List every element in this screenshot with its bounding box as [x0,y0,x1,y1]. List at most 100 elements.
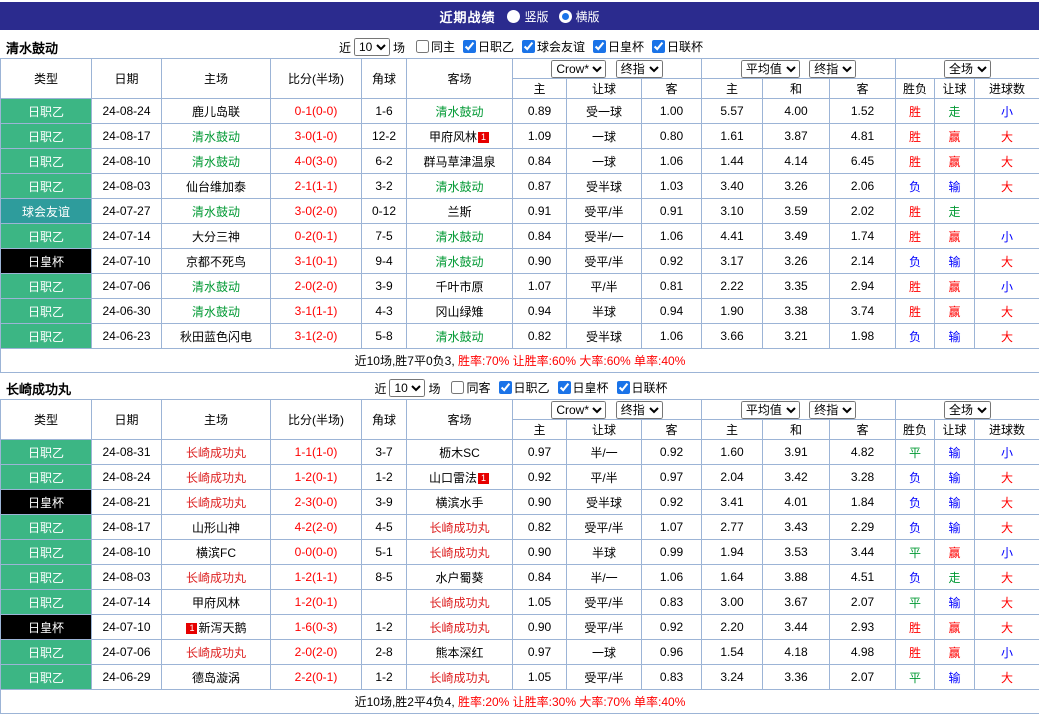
odds-value-3: 5.57 [702,99,763,124]
result-value-2: 大 [975,465,1039,490]
home-team-cell: 长崎成功丸 [162,490,271,515]
away-team-cell: 冈山绿雉 [407,299,513,324]
fulltime-select[interactable]: 全场 [944,401,991,419]
odds-value-5: 2.14 [830,249,896,274]
odds-value-4: 3.26 [763,249,830,274]
match-row: 日职乙24-07-06长崎成功丸2-0(2-0)2-8熊本深红0.97一球0.9… [1,640,1039,665]
team-name-text: 水户蜀葵 [435,571,483,585]
checkbox-input[interactable] [558,381,571,394]
match-row: 日职乙24-08-17山形山神4-2(2-0)4-5长崎成功丸0.82受平/半1… [1,515,1039,540]
filter-checkbox[interactable]: 同主 [416,38,455,55]
odds-value-4: 3.42 [763,465,830,490]
team-name-text: 冈山绿雉 [435,305,483,319]
final-odds-select-2[interactable]: 终指 [809,60,856,78]
result-value-2: 大 [975,590,1039,615]
final-odds-select[interactable]: 终指 [616,401,663,419]
filter-checkbox[interactable]: 球会友谊 [522,38,585,55]
team-name-text: 枥木SC [439,446,480,460]
match-score: 3-0(2-0) [271,199,362,224]
filter-checkbox[interactable]: 日联杯 [652,38,703,55]
odds-value-2: 0.92 [642,615,702,640]
col-header-date: 日期 [92,59,162,99]
checkbox-input[interactable] [499,381,512,394]
odds-value-3: 3.40 [702,174,763,199]
final-odds-select[interactable]: 终指 [616,60,663,78]
match-row: 日职乙24-08-10横滨FC0-0(0-0)5-1长崎成功丸0.90半球0.9… [1,540,1039,565]
filter-checkbox[interactable]: 日职乙 [499,379,550,396]
match-score: 2-0(2-0) [271,274,362,299]
team-name-text: 秋田蓝色闪电 [180,330,252,344]
corners-value: 7-5 [362,224,407,249]
checkbox-input[interactable] [522,40,535,53]
checkbox-input[interactable] [617,381,630,394]
odds-value-1: 一球 [567,149,642,174]
final-odds-select-2[interactable]: 终指 [809,401,856,419]
col-header-home: 主场 [162,400,271,440]
filter-checkbox[interactable]: 日联杯 [617,379,668,396]
odds-value-1: 受平/半 [567,665,642,690]
filter-checkbox[interactable]: 日皇杯 [593,38,644,55]
layout-radio-option[interactable]: 横版 [559,8,600,25]
average-odds-select[interactable]: 平均值 [741,401,800,419]
team-name-text: 千叶市原 [435,280,483,294]
match-score: 4-2(2-0) [271,515,362,540]
odds-value-3: 1.54 [702,640,763,665]
odds-value-0: 0.82 [513,324,567,349]
match-type: 日职乙 [1,224,92,249]
match-score: 1-2(0-1) [271,590,362,615]
away-team-cell: 清水鼓动 [407,249,513,274]
home-team-cell: 清水鼓动 [162,199,271,224]
handicap-odds-group: Crow* 终指 [513,59,702,79]
near-label: 近 [374,380,386,397]
checkbox-input[interactable] [652,40,665,53]
checkbox-input[interactable] [451,381,464,394]
result-value-0: 胜 [896,615,935,640]
match-row: 日职乙24-07-06清水鼓动2-0(2-0)3-9千叶市原1.07平/半0.8… [1,274,1039,299]
sub-header-handicap-home: 主 [513,420,567,440]
fulltime-select[interactable]: 全场 [944,60,991,78]
match-type: 日职乙 [1,274,92,299]
odds-value-2: 0.99 [642,540,702,565]
odds-value-4: 3.44 [763,615,830,640]
odds-value-0: 0.92 [513,465,567,490]
match-type: 日职乙 [1,174,92,199]
odds-value-5: 4.98 [830,640,896,665]
corners-value: 3-9 [362,274,407,299]
odds-value-3: 4.41 [702,224,763,249]
checkbox-input[interactable] [463,40,476,53]
bookmaker-select[interactable]: Crow* [551,60,606,78]
average-odds-select[interactable]: 平均值 [741,60,800,78]
radio-icon[interactable] [559,10,572,23]
recent-count-select[interactable]: 10 [354,38,390,56]
odds-value-1: 半球 [567,540,642,565]
odds-value-2: 0.94 [642,299,702,324]
home-team-cell: 鹿儿岛联 [162,99,271,124]
col-header-score: 比分(半场) [271,400,362,440]
odds-value-4: 4.18 [763,640,830,665]
layout-radio-option[interactable]: 竖版 [507,8,548,25]
match-row: 日皇杯24-07-101新泻天鹅1-6(0-3)1-2长崎成功丸0.90受平/半… [1,615,1039,640]
match-row: 日职乙24-08-24长崎成功丸1-2(0-1)1-2山口雷法10.92平/半0… [1,465,1039,490]
summary-record: 近10场,胜7平0负3, [355,354,455,368]
odds-value-5: 1.84 [830,490,896,515]
filter-checkbox[interactable]: 日皇杯 [558,379,609,396]
odds-value-3: 3.24 [702,665,763,690]
match-score: 1-2(0-1) [271,465,362,490]
team-name-text: 德岛漩涡 [192,671,240,685]
radio-icon[interactable] [507,10,520,23]
result-value-2: 大 [975,665,1039,690]
match-score: 2-1(1-1) [271,174,362,199]
match-score: 3-1(2-0) [271,324,362,349]
odds-value-5: 6.45 [830,149,896,174]
bookmaker-select[interactable]: Crow* [551,401,606,419]
filter-checkbox[interactable]: 日职乙 [463,38,514,55]
filter-checkbox[interactable]: 同客 [451,379,490,396]
odds-value-0: 0.90 [513,615,567,640]
checkbox-input[interactable] [593,40,606,53]
team-name-text: 甲府风林 [429,130,477,144]
checkbox-input[interactable] [416,40,429,53]
matches-table: 类型 日期 主场 比分(半场) 角球 客场 Crow* 终指 平均值 终指 全场 [0,58,1039,373]
recent-count-select[interactable]: 10 [389,379,425,397]
result-group: 全场 [896,59,1039,79]
odds-value-1: 受半球 [567,174,642,199]
